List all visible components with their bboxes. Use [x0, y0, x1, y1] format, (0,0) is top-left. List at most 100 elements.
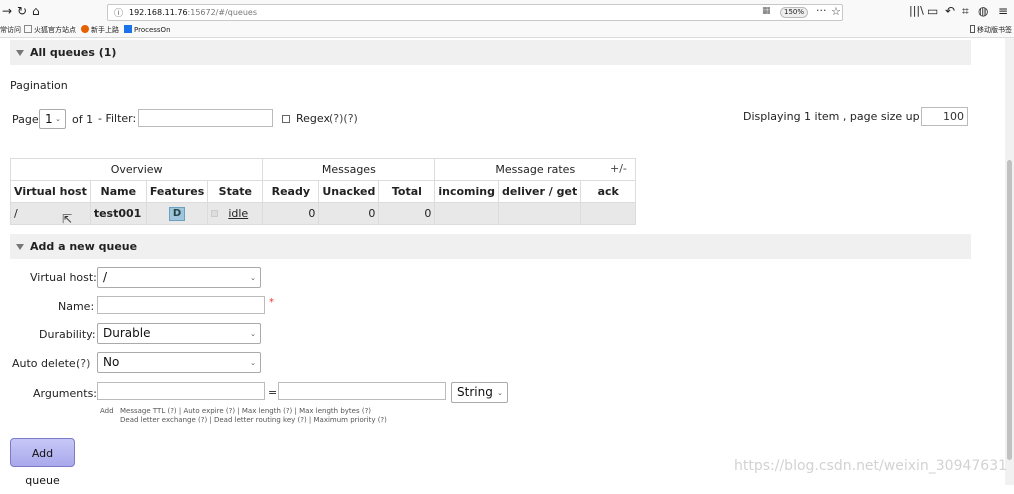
durability-select[interactable]: Durable ⌄: [97, 323, 261, 344]
page-select-value: 1: [45, 112, 53, 126]
col-name[interactable]: Name: [89, 180, 147, 203]
group-messages: Messages: [262, 158, 436, 181]
cell-deliver-get: [497, 202, 582, 225]
state-indicator: [211, 210, 219, 217]
add-hint-label: Add: [100, 407, 114, 415]
argument-hints-line2[interactable]: Dead letter exchange (?) | Dead letter r…: [120, 416, 387, 425]
bookmark-label: 新手上路: [91, 26, 119, 34]
chat-icon[interactable]: ◍: [978, 4, 988, 18]
info-icon[interactable]: ⓘ: [114, 6, 123, 19]
chevron-down-icon: ⌄: [250, 274, 256, 282]
sidebar-icon[interactable]: ▭: [927, 4, 938, 18]
bookmark-item[interactable]: 新手上路: [81, 25, 119, 36]
bookmark-star-icon[interactable]: ☆: [831, 5, 841, 18]
page-select[interactable]: 1 ⌄: [39, 109, 66, 129]
state-text: idle: [228, 207, 249, 220]
forward-icon[interactable]: →: [2, 4, 12, 18]
page-of-label: of 1: [72, 113, 94, 126]
more-actions-icon[interactable]: ···: [816, 4, 827, 17]
autodelete-select[interactable]: No ⌄: [97, 352, 261, 373]
bookmark-item[interactable]: ProcessOn: [124, 25, 171, 36]
url-path: :15672/#/queues: [187, 8, 257, 17]
table-row[interactable]: / test001 D idle 0 0 0: [10, 202, 637, 225]
add-queue-title: Add a new queue: [30, 240, 138, 253]
col-ready[interactable]: Ready: [262, 180, 320, 203]
col-state[interactable]: State: [207, 180, 264, 203]
cell-features: D: [145, 202, 209, 225]
processon-icon: [124, 25, 132, 33]
durable-badge: D: [168, 207, 186, 221]
url-text[interactable]: 192.168.11.76:15672/#/queues: [129, 6, 257, 19]
cell-vhost: /: [10, 202, 91, 225]
zoom-level[interactable]: 150%: [780, 7, 809, 18]
bookmark-item[interactable]: 常访问: [0, 25, 21, 36]
pagination-heading: Pagination: [10, 79, 68, 92]
all-queues-header[interactable]: All queues (1): [10, 40, 971, 65]
home-icon[interactable]: ⌂: [32, 4, 40, 18]
cell-ready: 0: [262, 202, 320, 225]
all-queues-title: All queues (1): [30, 46, 117, 59]
undo-icon[interactable]: ↶: [945, 4, 955, 18]
cell-state: idle: [207, 202, 264, 225]
qr-code-icon[interactable]: ▦: [762, 6, 771, 16]
group-message-rates: Message rates: [434, 158, 637, 181]
col-total[interactable]: Total: [378, 180, 436, 203]
col-virtual-host[interactable]: Virtual host: [10, 180, 91, 203]
screenshot-icon[interactable]: ⌗: [962, 4, 969, 18]
col-incoming[interactable]: incoming: [434, 180, 499, 203]
page-size-input[interactable]: [921, 107, 968, 126]
argument-key-input[interactable]: [97, 382, 265, 400]
menu-icon[interactable]: ≡: [998, 4, 1008, 18]
chevron-down-icon: ⌄: [55, 115, 61, 123]
bookmarks-bar: 常访问 火狐官方站点 新手上路 ProcessOn 移动版书签: [0, 24, 1014, 38]
library-icon[interactable]: |||\: [909, 4, 924, 18]
chevron-down-icon: ⌄: [497, 389, 503, 397]
argument-hints-line1[interactable]: Message TTL (?) | Auto expire (?) | Max …: [120, 407, 371, 416]
autodelete-label: Auto delete:: [12, 357, 80, 370]
durability-label: Durability:: [39, 328, 96, 341]
cell-incoming: [434, 202, 499, 225]
col-deliver-get[interactable]: deliver / get: [497, 180, 582, 203]
regex-label: Regex: [296, 112, 330, 125]
filter-label: - Filter:: [98, 112, 137, 125]
bookmark-item[interactable]: 火狐官方站点: [24, 25, 76, 36]
mobile-bookmarks[interactable]: 移动版书签: [970, 25, 1012, 36]
argument-value-input[interactable]: [278, 382, 446, 400]
reload-icon[interactable]: ↻: [17, 4, 27, 18]
filter-input[interactable]: [138, 109, 273, 127]
vhost-label: Virtual host:: [30, 271, 97, 284]
argument-type-select[interactable]: String ⌄: [451, 382, 508, 403]
autodelete-select-value: No: [103, 355, 120, 369]
cell-ack: [580, 202, 637, 225]
columns-toggle[interactable]: +/-: [610, 162, 627, 176]
queue-name-input[interactable]: [97, 296, 265, 314]
mouse-cursor-icon: ⇱: [62, 212, 73, 226]
argument-type-value: String: [457, 385, 493, 399]
vhost-select[interactable]: / ⌄: [97, 267, 261, 288]
col-unacked[interactable]: Unacked: [318, 180, 380, 203]
add-queue-header[interactable]: Add a new queue: [10, 234, 971, 259]
displaying-label: Displaying 1 item , page size up to:: [743, 110, 938, 123]
queues-table: Overview Messages Message rates Virtual …: [9, 158, 637, 225]
browser-toolbar: → ↻ ⌂ ⓘ 192.168.11.76:15672/#/queues ▦ 1…: [0, 0, 1014, 24]
durability-select-value: Durable: [103, 326, 151, 340]
scrollbar-thumb[interactable]: [1007, 160, 1012, 460]
group-overview: Overview: [9, 158, 264, 181]
bookmark-label: 火狐官方站点: [34, 26, 76, 34]
cell-queue-name[interactable]: test001: [89, 202, 147, 225]
col-features: Features: [145, 180, 209, 203]
chevron-down-icon: ⌄: [250, 359, 256, 367]
autodelete-help[interactable]: (?): [76, 357, 90, 371]
page-label: Page: [12, 113, 39, 126]
mobile-bookmarks-label: 移动版书签: [977, 26, 1012, 34]
arguments-label: Arguments:: [33, 387, 98, 400]
address-bar[interactable]: ⓘ 192.168.11.76:15672/#/queues ▦ 150% ··…: [107, 4, 843, 21]
bookmark-label: ProcessOn: [134, 26, 171, 34]
regex-checkbox[interactable]: [282, 115, 290, 123]
equals-sign: =: [268, 386, 278, 399]
regex-help[interactable]: (?)(?): [329, 112, 358, 126]
col-ack[interactable]: ack: [580, 180, 637, 203]
add-queue-button[interactable]: Add queue: [10, 438, 75, 487]
mobile-icon: [970, 25, 975, 33]
cell-unacked: 0: [318, 202, 380, 225]
